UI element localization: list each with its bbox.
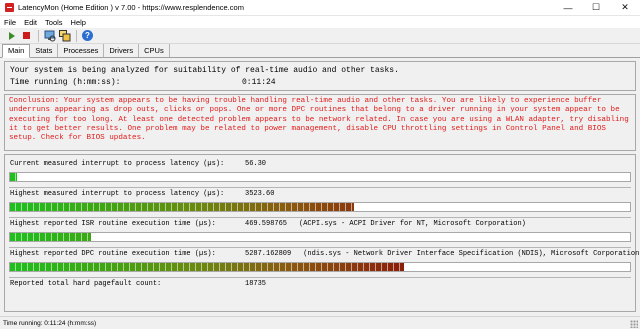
tab-cpus[interactable]: CPUs xyxy=(139,44,170,57)
tab-stats[interactable]: Stats xyxy=(30,44,59,57)
divider xyxy=(9,187,631,188)
status-bar: Time running: 0:11:24 (h:mm:ss) xyxy=(0,316,640,329)
resize-grip-icon[interactable] xyxy=(630,320,638,328)
highest-latency-bar xyxy=(9,202,631,212)
isr-time-row: Highest reported ISR routine execution t… xyxy=(10,219,526,229)
divider xyxy=(9,217,631,218)
conclusion-text: Conclusion: Your system appears to be ha… xyxy=(4,94,636,151)
tab-processes[interactable]: Processes xyxy=(58,44,105,57)
current-latency-value: 56.30 xyxy=(245,160,267,168)
dpc-time-bar xyxy=(9,262,631,272)
isr-time-bar-fill xyxy=(10,233,91,241)
tab-drivers[interactable]: Drivers xyxy=(104,44,140,57)
pagefault-row: Reported total hard pagefault count: 187… xyxy=(10,279,266,289)
menu-bar: File Edit Tools Help xyxy=(0,16,640,28)
stop-icon xyxy=(23,32,30,39)
current-latency-bar xyxy=(9,172,631,182)
tab-main[interactable]: Main xyxy=(2,44,31,58)
divider xyxy=(9,277,631,278)
pagefault-label: Reported total hard pagefault count: xyxy=(10,280,162,288)
time-running-label: Time running (h:mm:ss): xyxy=(10,78,121,87)
dpc-time-bar-fill xyxy=(10,263,404,271)
dpc-time-label: Highest reported DPC routine execution t… xyxy=(10,250,216,258)
help-button[interactable]: ? xyxy=(81,29,94,42)
status-bar-text: Time running: 0:11:24 (h:mm:ss) xyxy=(3,319,97,327)
toolbar-separator xyxy=(38,29,39,42)
time-running-row: Time running (h:mm:ss): 0:11:24 xyxy=(10,77,630,89)
tab-bar: Main Stats Processes Drivers CPUs xyxy=(0,44,640,58)
close-button[interactable]: ✕ xyxy=(610,0,640,16)
monitor-icon xyxy=(44,30,55,41)
current-latency-row: Current measured interrupt to process la… xyxy=(10,159,266,169)
isr-time-value: 469.598765 xyxy=(245,220,288,228)
dpc-time-value: 5287.162809 xyxy=(245,250,292,258)
title-bar: LatencyMon (Home Edition ) v 7.00 - http… xyxy=(0,0,640,16)
isr-time-driver: (ACPI.sys - ACPI Driver for NT, Microsof… xyxy=(299,220,526,228)
start-button[interactable] xyxy=(5,29,18,42)
menu-help[interactable]: Help xyxy=(71,18,86,27)
monitor-button[interactable] xyxy=(43,29,56,42)
minimize-button[interactable]: — xyxy=(554,0,582,16)
maximize-button[interactable]: ☐ xyxy=(582,0,610,16)
time-running-value: 0:11:24 xyxy=(242,78,276,87)
stop-button[interactable] xyxy=(20,29,33,42)
window-title: LatencyMon (Home Edition ) v 7.00 - http… xyxy=(18,3,244,12)
menu-edit[interactable]: Edit xyxy=(24,18,37,27)
main-panel: Your system is being analyzed for suitab… xyxy=(4,61,640,314)
windows-button[interactable] xyxy=(58,29,71,42)
highest-latency-value: 3523.60 xyxy=(245,190,275,198)
toolbar-separator xyxy=(76,29,77,42)
help-icon: ? xyxy=(82,30,93,41)
analysis-status-panel: Your system is being analyzed for suitab… xyxy=(4,61,636,91)
play-icon xyxy=(8,31,15,40)
highest-latency-label: Highest measured interrupt to process la… xyxy=(10,190,225,198)
app-icon xyxy=(5,3,14,12)
metrics-panel: Current measured interrupt to process la… xyxy=(4,154,640,312)
dpc-time-driver: (ndis.sys - Network Driver Interface Spe… xyxy=(303,250,640,258)
menu-tools[interactable]: Tools xyxy=(45,18,63,27)
menu-file[interactable]: File xyxy=(4,18,16,27)
pagefault-value: 18735 xyxy=(245,280,267,288)
dpc-time-row: Highest reported DPC routine execution t… xyxy=(10,249,640,259)
highest-latency-bar-fill xyxy=(10,203,355,211)
isr-time-label: Highest reported ISR routine execution t… xyxy=(10,220,216,228)
current-latency-label: Current measured interrupt to process la… xyxy=(10,160,225,168)
windows-icon xyxy=(58,29,70,41)
current-latency-bar-fill xyxy=(10,173,18,181)
highest-latency-row: Highest measured interrupt to process la… xyxy=(10,189,274,199)
divider xyxy=(9,247,631,248)
analysis-message: Your system is being analyzed for suitab… xyxy=(10,66,399,75)
isr-time-bar xyxy=(9,232,631,242)
toolbar: ? xyxy=(0,28,640,44)
